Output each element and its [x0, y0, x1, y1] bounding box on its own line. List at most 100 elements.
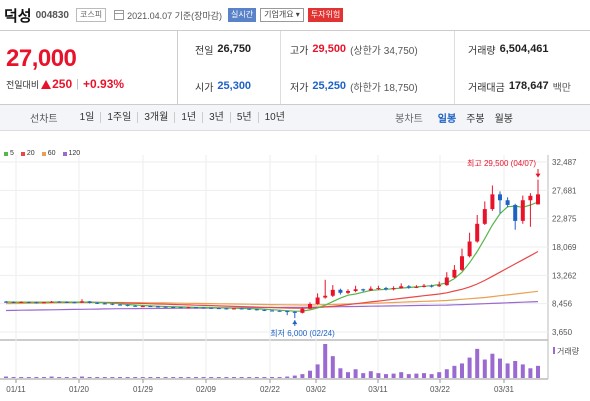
high-value: 29,500 — [312, 43, 347, 55]
volume-bar — [467, 357, 472, 378]
volume-bar — [19, 377, 24, 378]
volume-bar — [391, 373, 396, 378]
y-tick-label: 32,487 — [552, 158, 577, 167]
period-1d[interactable]: 1일 — [74, 112, 101, 123]
candle-body — [201, 307, 206, 309]
low-annotation: 최저 6,000 (02/24) — [270, 328, 335, 338]
volume-bar — [353, 369, 358, 378]
volume-bar — [201, 377, 206, 378]
candle-body — [308, 303, 312, 309]
change-percent: +0.93% — [83, 77, 125, 91]
candle-body — [452, 269, 457, 278]
candle-body — [437, 285, 442, 287]
volume-bar — [140, 377, 145, 378]
candle-body — [26, 301, 31, 303]
volume-bar — [406, 374, 411, 378]
legend-ma20: 20 — [20, 150, 35, 157]
volume-bar — [95, 377, 100, 378]
volume-bar — [330, 356, 335, 378]
legend-ma120: 120 — [62, 150, 80, 157]
volume-bar — [247, 377, 252, 378]
volume-bar — [254, 377, 259, 378]
volume: 거래량 6,504,461 — [468, 38, 549, 60]
candle-body — [353, 289, 358, 292]
volume-bar — [72, 377, 77, 378]
candle-body — [406, 286, 411, 288]
volume-bar — [102, 377, 107, 378]
legend-label: 5 — [10, 150, 14, 157]
candle-body — [163, 306, 168, 308]
candle-body — [156, 306, 160, 308]
volume-bar — [460, 363, 464, 378]
y-tick-label: 27,681 — [552, 186, 577, 195]
period-1w[interactable]: 1주일 — [100, 112, 137, 123]
candle-body — [361, 289, 366, 291]
realtime-button[interactable]: 실시간 — [228, 8, 257, 22]
candle-body — [186, 307, 191, 309]
volume-bar — [64, 377, 69, 378]
candle-body — [194, 307, 198, 309]
candle-body — [262, 309, 267, 311]
volume-bar — [444, 369, 449, 378]
candle-body — [376, 288, 381, 290]
y-tick-labels: 32,487 27,681 22,875 18,069 13,262 8,456 3,650 — [552, 158, 577, 337]
period-3m[interactable]: 3개월 — [137, 112, 174, 123]
candle-body — [64, 301, 69, 303]
ma120-line — [5, 301, 539, 312]
stock-code: 004830 — [35, 9, 69, 21]
candle-body — [475, 223, 480, 242]
legend-ma5: 5 — [4, 150, 14, 157]
volume-bar — [528, 368, 533, 378]
period-3y[interactable]: 3년 — [202, 112, 230, 123]
volume-legend-swatch — [553, 347, 555, 354]
tab-weekly[interactable]: 주봉 — [461, 110, 489, 125]
candle-body — [118, 304, 122, 306]
period-10y[interactable]: 10년 — [257, 112, 291, 123]
high-arrow-head — [535, 173, 541, 178]
volume-bar — [148, 377, 153, 378]
volume-bar — [429, 374, 434, 378]
candle-body — [338, 289, 343, 293]
volume-label: 거래량 — [468, 45, 496, 57]
period-1y[interactable]: 1년 — [174, 112, 202, 123]
company-info-dropdown[interactable]: 기업개요 ▾ — [260, 8, 304, 22]
calendar-icon — [114, 10, 125, 20]
x-tick-label: 01/11 — [6, 385, 26, 394]
column-divider — [280, 31, 281, 104]
candle-body — [95, 302, 100, 304]
legend-label: 60 — [47, 150, 56, 157]
investment-risk-badge[interactable]: 투자위험 — [307, 8, 344, 22]
candle-body — [444, 277, 449, 286]
x-tick-label: 02/09 — [196, 385, 217, 394]
quote-date: 2021.04.07 기준(장마감) — [127, 10, 223, 21]
change-line: 전일대비 250 | +0.93% — [6, 77, 124, 91]
volume-bar — [87, 377, 92, 378]
candle-body — [315, 297, 320, 304]
volume-bar — [452, 365, 457, 378]
volume-bar — [110, 377, 115, 378]
ma60-line — [5, 290, 539, 306]
candle-body — [399, 286, 404, 289]
volume-bar — [285, 376, 290, 378]
candle-body — [148, 306, 153, 308]
tab-monthly[interactable]: 월봉 — [490, 110, 518, 125]
low-label: 저가 — [290, 82, 309, 94]
volume-bar — [57, 377, 62, 378]
candle-body — [254, 309, 259, 311]
candle-body — [49, 301, 54, 303]
candle-body — [384, 288, 388, 290]
stock-header: 덕성 004830 코스피 2021.04.07 기준(장마감) 실시간 기업개… — [0, 0, 590, 30]
ma5-line — [5, 201, 539, 312]
candle-body — [133, 305, 138, 307]
candle-body — [224, 308, 229, 310]
y-tick-label: 3,650 — [552, 328, 573, 337]
period-5y[interactable]: 5년 — [229, 112, 258, 123]
volume-bar — [178, 377, 183, 378]
candle-body — [171, 306, 176, 308]
volume-bar — [232, 377, 236, 378]
tab-daily[interactable]: 일봉 — [433, 110, 461, 125]
candle-body — [490, 194, 495, 210]
legend-swatch — [4, 151, 8, 156]
prev-close: 전일 26,750 — [195, 38, 251, 60]
grid — [0, 155, 548, 379]
